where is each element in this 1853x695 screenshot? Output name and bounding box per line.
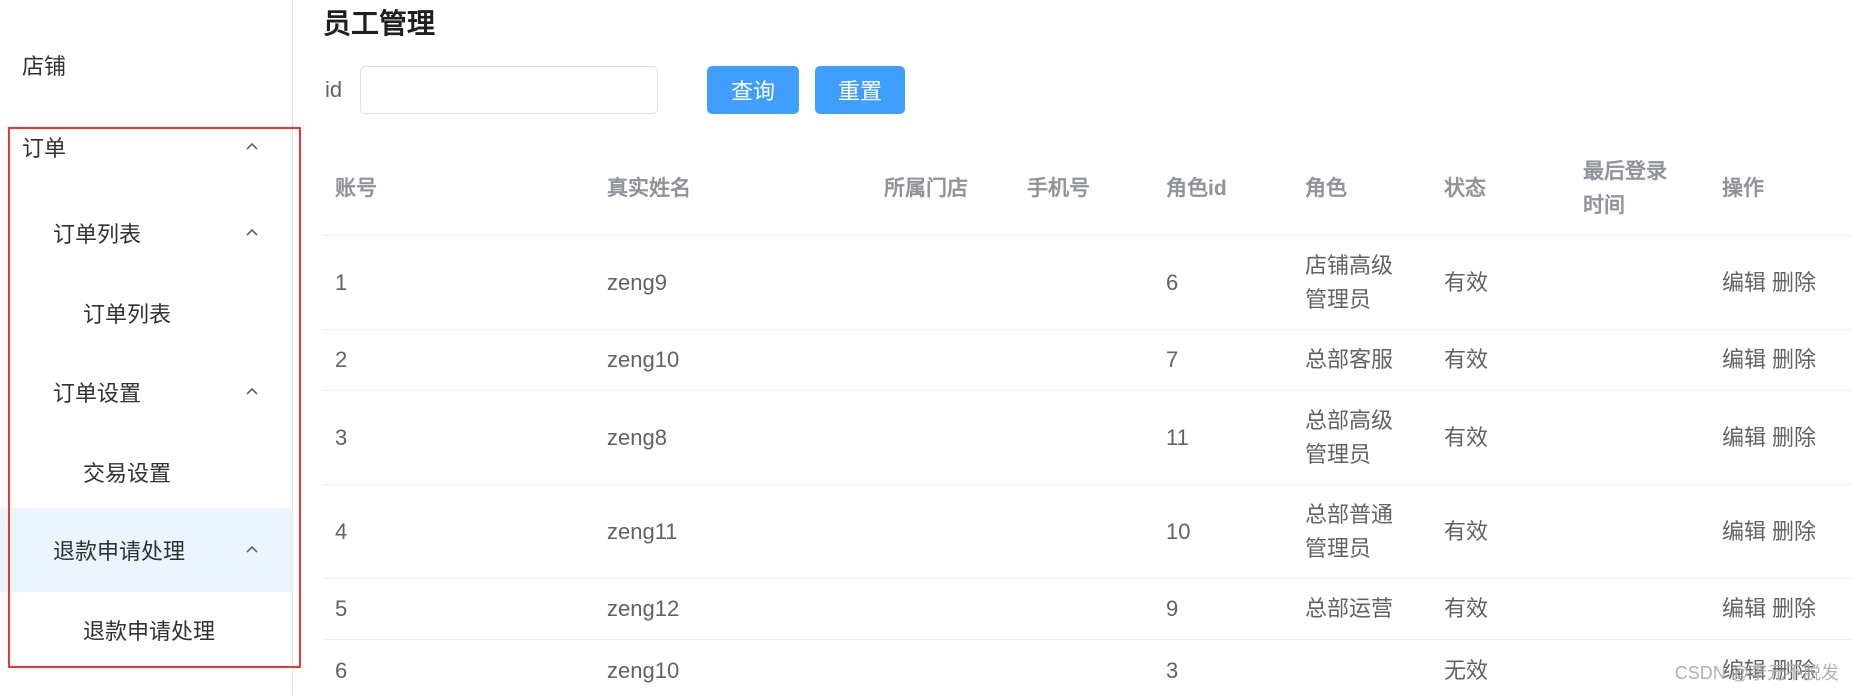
delete-link[interactable]: 删除 bbox=[1772, 343, 1816, 377]
cell-actions: 编辑 删除 bbox=[1722, 391, 1816, 484]
cell-status: 有效 bbox=[1444, 424, 1489, 450]
cell-role: 总部客服 bbox=[1305, 347, 1394, 372]
sidebar-item-label: 订单设置 bbox=[53, 381, 142, 406]
edit-link[interactable]: 编辑 bbox=[1722, 343, 1766, 377]
sidebar-item-label: 店铺 bbox=[22, 54, 67, 79]
sidebar-item-label: 订单 bbox=[22, 136, 67, 161]
id-search-input[interactable] bbox=[360, 66, 658, 114]
cell-status: 无效 bbox=[1444, 657, 1489, 683]
edit-link[interactable]: 编辑 bbox=[1722, 592, 1766, 626]
column-header-store: 所属门店 bbox=[884, 177, 968, 200]
reset-button[interactable]: 重置 bbox=[815, 66, 905, 114]
page-title: 员工管理 bbox=[323, 8, 436, 39]
cell-account: 2 bbox=[335, 347, 348, 372]
cell-role-id: 9 bbox=[1166, 596, 1179, 621]
column-header-role-id: 角色id bbox=[1166, 177, 1227, 200]
watermark: CSDN @李元不脱发 bbox=[1674, 663, 1839, 683]
cell-real-name: zeng11 bbox=[607, 518, 678, 544]
cell-role: 店铺高级管理员 bbox=[1305, 252, 1394, 312]
column-header-actions: 操作 bbox=[1722, 177, 1764, 200]
cell-role-id: 6 bbox=[1166, 269, 1179, 295]
cell-real-name: zeng8 bbox=[607, 424, 667, 450]
search-label: id bbox=[325, 77, 343, 102]
sidebar-item-label: 订单列表 bbox=[83, 302, 172, 327]
cell-account: 6 bbox=[335, 657, 348, 683]
sidebar-item-label: 订单列表 bbox=[53, 222, 142, 247]
delete-link[interactable]: 删除 bbox=[1772, 515, 1816, 549]
chevron-up-icon bbox=[244, 139, 260, 155]
edit-link[interactable]: 编辑 bbox=[1722, 515, 1766, 549]
sidebar-item-refund-processing[interactable]: 退款申请处理 bbox=[0, 595, 292, 665]
cell-role: 总部运营 bbox=[1305, 596, 1394, 621]
chevron-up-icon bbox=[244, 384, 260, 400]
cell-role: 总部高级管理员 bbox=[1305, 407, 1394, 467]
table-row: 5 zeng12 9 总部运营 有效 编辑 删除 bbox=[323, 579, 1853, 640]
cell-account: 3 bbox=[335, 424, 348, 450]
cell-real-name: zeng9 bbox=[607, 269, 667, 295]
cell-status: 有效 bbox=[1444, 269, 1489, 295]
sidebar-item-order-list-group[interactable]: 订单列表 bbox=[0, 198, 292, 268]
cell-role: 总部普通管理员 bbox=[1305, 501, 1394, 561]
sidebar-item-refund-group[interactable]: 退款申请处理 bbox=[0, 508, 292, 592]
cell-account: 5 bbox=[335, 596, 348, 621]
delete-link[interactable]: 删除 bbox=[1772, 421, 1816, 455]
cell-actions: 编辑 删除 bbox=[1722, 579, 1816, 639]
edit-link[interactable]: 编辑 bbox=[1722, 421, 1766, 455]
chevron-up-icon bbox=[244, 542, 260, 558]
cell-role-id: 3 bbox=[1166, 657, 1179, 683]
cell-actions: 编辑 删除 bbox=[1722, 485, 1816, 578]
sidebar-item-order-list[interactable]: 订单列表 bbox=[0, 278, 292, 348]
table-row: 3 zeng8 11 总部高级管理员 有效 编辑 删除 bbox=[323, 391, 1853, 485]
sidebar-item-order-settings-group[interactable]: 订单设置 bbox=[0, 357, 292, 427]
cell-role-id: 7 bbox=[1166, 347, 1179, 372]
table-row: 2 zeng10 7 总部客服 有效 编辑 删除 bbox=[323, 330, 1853, 391]
main-content: 员工管理 id 查询 重置 账号 真实姓名 所属门店 手机号 角色id 角色 状… bbox=[293, 0, 1853, 695]
sidebar-item-store[interactable]: 店铺 bbox=[0, 30, 292, 100]
cell-actions: 编辑 删除 bbox=[1722, 330, 1816, 390]
column-header-phone: 手机号 bbox=[1027, 177, 1090, 200]
sidebar-item-label: 交易设置 bbox=[83, 461, 172, 486]
column-header-account: 账号 bbox=[335, 177, 377, 200]
sidebar-menu: 店铺 订单 订单列表 订单列表 订单设置 交易设置 退款申请处理 退款申请处理 bbox=[0, 0, 293, 695]
table-row: 4 zeng11 10 总部普通管理员 有效 编辑 删除 bbox=[323, 485, 1853, 579]
query-button[interactable]: 查询 bbox=[707, 66, 799, 114]
sidebar-item-order[interactable]: 订单 bbox=[0, 112, 292, 182]
sidebar-item-label: 退款申请处理 bbox=[53, 539, 186, 564]
column-header-real-name: 真实姓名 bbox=[607, 177, 691, 200]
sidebar-item-trade-settings[interactable]: 交易设置 bbox=[0, 437, 292, 507]
cell-account: 1 bbox=[335, 269, 348, 295]
cell-role-id: 10 bbox=[1166, 518, 1191, 544]
cell-account: 4 bbox=[335, 518, 348, 544]
column-header-role: 角色 bbox=[1305, 177, 1347, 200]
column-header-last-login: 最后登录时间 bbox=[1583, 160, 1667, 217]
delete-link[interactable]: 删除 bbox=[1772, 266, 1816, 300]
edit-link[interactable]: 编辑 bbox=[1722, 266, 1766, 300]
cell-real-name: zeng10 bbox=[607, 347, 680, 372]
column-header-status: 状态 bbox=[1444, 177, 1486, 200]
sidebar-item-label: 退款申请处理 bbox=[83, 619, 216, 644]
staff-table: 账号 真实姓名 所属门店 手机号 角色id 角色 状态 最后登录时间 操作 1 … bbox=[323, 142, 1853, 695]
delete-link[interactable]: 删除 bbox=[1772, 592, 1816, 626]
cell-actions: 编辑 删除 bbox=[1722, 236, 1816, 329]
cell-status: 有效 bbox=[1444, 596, 1489, 621]
cell-role-id: 11 bbox=[1166, 424, 1189, 450]
table-row: 1 zeng9 6 店铺高级管理员 有效 编辑 删除 bbox=[323, 236, 1853, 330]
cell-real-name: zeng10 bbox=[607, 657, 680, 683]
cell-role bbox=[1305, 640, 1405, 695]
cell-real-name: zeng12 bbox=[607, 596, 680, 621]
cell-status: 有效 bbox=[1444, 347, 1489, 372]
table-header: 账号 真实姓名 所属门店 手机号 角色id 角色 状态 最后登录时间 操作 bbox=[323, 142, 1853, 236]
cell-status: 有效 bbox=[1444, 518, 1489, 544]
table-row: 6 zeng10 3 无效 编辑 删除 bbox=[323, 640, 1853, 695]
chevron-up-icon bbox=[244, 225, 260, 241]
